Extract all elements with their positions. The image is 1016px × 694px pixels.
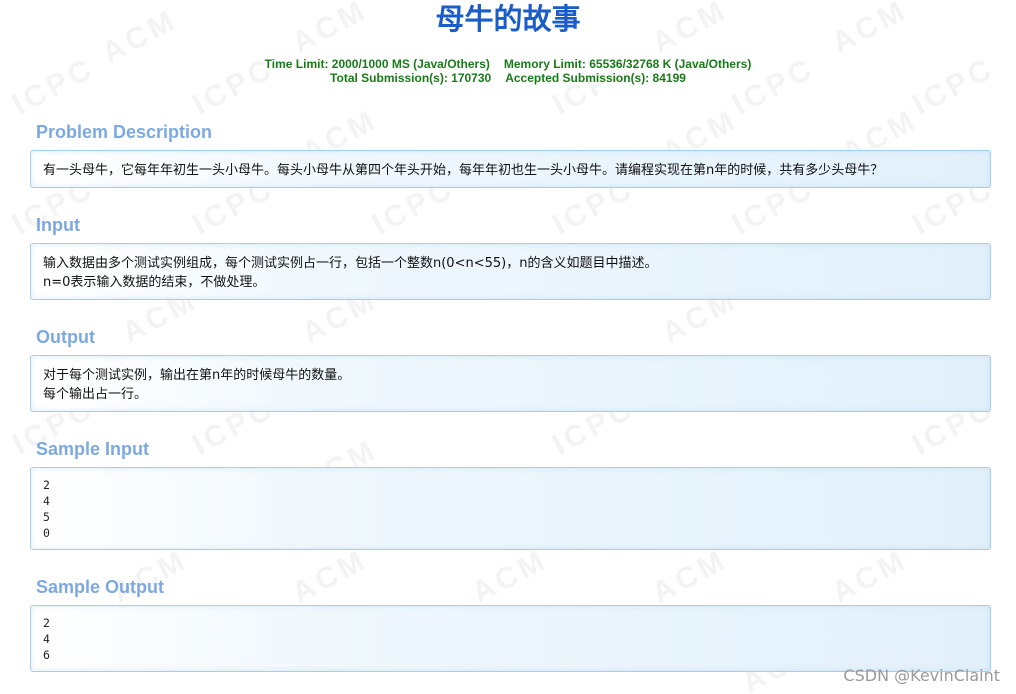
input-panel: 输入数据由多个测试实例组成，每个测试实例占一行，包括一个整数n(0<n<55)，… [30,243,991,300]
total-submissions: Total Submission(s): 170730 [330,71,492,85]
csdn-credit: CSDN @KevinClaint [843,666,1000,685]
output-heading: Output [36,327,95,347]
sample-output-line: 2 [43,616,50,630]
input-text-line: 输入数据由多个测试实例组成，每个测试实例占一行，包括一个整数n(0<n<55)，… [43,256,658,271]
output-text-line: 对于每个测试实例，输出在第n年的时候母牛的数量。 [43,368,351,383]
submissions-row: Total Submission(s): 170730 Accepted Subm… [0,71,1016,85]
limits-row: Time Limit: 2000/1000 MS (Java/Others) Me… [0,57,1016,71]
description-heading: Problem Description [36,122,213,142]
description-panel: 有一头母牛，它每年年初生一头小母牛。每头小母牛从第四个年头开始，每年年初也生一头… [30,150,991,188]
watermark-text: ACM [647,543,734,611]
problem-title: 母牛的故事 [435,2,581,36]
input-text-line: n=0表示输入数据的结束，不做处理。 [43,275,266,290]
sample-input-line: 5 [43,510,50,524]
sample-input-heading: Sample Input [36,439,150,459]
watermark-text: ACM [287,543,374,611]
sample-input-line: 4 [43,494,50,508]
sample-input-line: 0 [43,526,50,540]
time-limit: Time Limit: 2000/1000 MS (Java/Others) [264,57,490,71]
accepted-submissions: Accepted Submission(s): 84199 [505,71,686,85]
problem-limits: Time Limit: 2000/1000 MS (Java/Others) Me… [0,57,1016,85]
output-text-line: 每个输出占一行。 [43,387,148,402]
sample-output-heading: Sample Output [36,577,165,597]
sample-output-line: 6 [43,648,50,662]
memory-limit: Memory Limit: 65536/32768 K (Java/Others… [503,57,752,71]
sample-output-panel: 2 4 6 [30,605,991,672]
sample-input-line: 2 [43,478,50,492]
description-text: 有一头母牛，它每年年初生一头小母牛。每头小母牛从第四个年头开始，每年年初也生一头… [43,163,884,178]
watermark-text: ACM [467,543,554,611]
output-panel: 对于每个测试实例，输出在第n年的时候母牛的数量。 每个输出占一行。 [30,355,991,412]
sample-input-panel: 2 4 5 0 [30,467,991,550]
watermark-text: ACM [827,543,914,611]
input-heading: Input [36,215,80,235]
sample-output-line: 4 [43,632,50,646]
